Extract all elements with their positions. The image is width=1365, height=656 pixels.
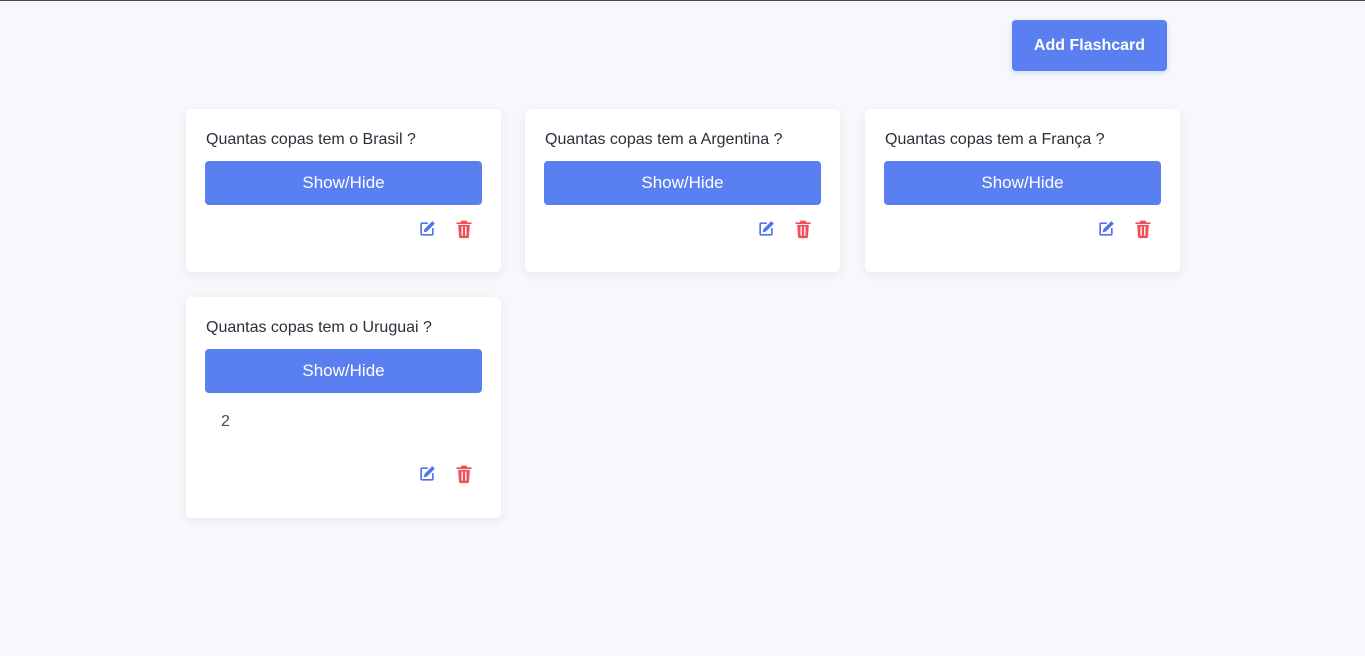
edit-icon[interactable]	[417, 464, 437, 484]
show-hide-button[interactable]: Show/Hide	[544, 161, 821, 205]
flashcard: Quantas copas tem a Argentina ? Show/Hid…	[525, 109, 840, 272]
card-actions	[756, 219, 813, 239]
flashcard: Quantas copas tem o Brasil ? Show/Hide	[186, 109, 501, 272]
trash-icon[interactable]	[793, 219, 813, 239]
show-hide-button[interactable]: Show/Hide	[205, 161, 482, 205]
card-actions	[417, 464, 474, 484]
edit-icon[interactable]	[1096, 219, 1116, 239]
trash-icon[interactable]	[454, 464, 474, 484]
flashcard: Quantas copas tem o Uruguai ? Show/Hide …	[186, 297, 501, 518]
flashcard-answer: 2	[221, 413, 230, 430]
trash-icon[interactable]	[454, 219, 474, 239]
flashcard: Quantas copas tem a França ? Show/Hide	[865, 109, 1180, 272]
card-actions	[1096, 219, 1153, 239]
edit-icon[interactable]	[417, 219, 437, 239]
top-border	[0, 0, 1365, 1]
flashcard-question: Quantas copas tem a França ?	[885, 131, 1105, 148]
card-actions	[417, 219, 474, 239]
flashcard-question: Quantas copas tem a Argentina ?	[545, 131, 783, 148]
show-hide-button[interactable]: Show/Hide	[884, 161, 1161, 205]
edit-icon[interactable]	[756, 219, 776, 239]
show-hide-button[interactable]: Show/Hide	[205, 349, 482, 393]
flashcard-question: Quantas copas tem o Uruguai ?	[206, 319, 432, 336]
flashcard-question: Quantas copas tem o Brasil ?	[206, 131, 416, 148]
trash-icon[interactable]	[1133, 219, 1153, 239]
add-flashcard-button[interactable]: Add Flashcard	[1012, 20, 1167, 71]
